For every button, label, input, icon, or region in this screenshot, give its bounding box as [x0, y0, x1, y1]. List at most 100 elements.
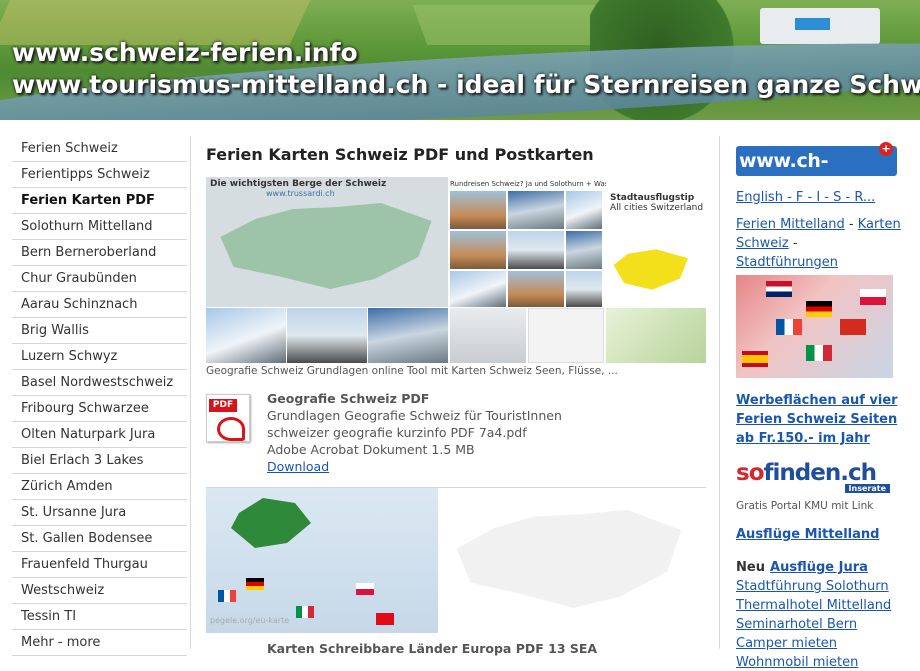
germany-flag-icon [806, 301, 832, 317]
sidebar-item-9[interactable]: Basel Nordwestschweiz [12, 370, 187, 396]
sidebar-item-4[interactable]: Bern Berneroberland [12, 240, 187, 266]
acrobat-swirl-icon [217, 417, 245, 441]
sofinden-logo-rest: finden.ch [763, 460, 877, 486]
europe-land-shape [231, 498, 311, 548]
sidebar-item-6[interactable]: Aarau Schinznach [12, 292, 187, 318]
sidebar-item-2[interactable]: Ferien Karten PDF [12, 188, 187, 214]
pdf-label: PDF [209, 399, 237, 412]
sidebar-item-14[interactable]: St. Ursanne Jura [12, 500, 187, 526]
ch-info-logo[interactable]: www.ch-info.ch + [736, 142, 897, 202]
sidebar-item-16[interactable]: Frauenfeld Thurgau [12, 552, 187, 578]
werbeflaechen-link[interactable]: Werbeflächen auf vier Ferien Schweiz Sei… [736, 393, 898, 446]
sidebar-item-18[interactable]: Tessin TI [12, 604, 187, 630]
spain-flag-icon [742, 351, 768, 367]
header-banner: www.schweiz-ferien.info www.tourismus-mi… [0, 0, 920, 122]
download-link[interactable]: Download [267, 459, 329, 474]
switzerland-flag-icon [840, 319, 866, 335]
poland-flag-icon [356, 583, 374, 595]
sidebar-item-1[interactable]: Ferientipps Schweiz [12, 162, 187, 188]
right-link-0[interactable]: Stadtführung Solothurn [736, 579, 889, 594]
ferien-mittelland-link[interactable]: Ferien Mittelland [736, 217, 845, 232]
sidebar-item-17[interactable]: Westschweiz [12, 578, 187, 604]
city-photo [566, 191, 602, 229]
sofinden-logo-so: so [736, 460, 764, 486]
ausfluege-mittelland-link[interactable]: Ausflüge Mittelland [736, 527, 879, 542]
banner-title-line2: www.tourismus-mittelland.ch - ideal für … [12, 70, 920, 99]
city-photo [450, 231, 506, 269]
city-photo [450, 191, 506, 229]
mosaic-caption: Geografie Schweiz Grundlagen online Tool… [206, 365, 618, 377]
city-photo [566, 231, 602, 269]
hikers-photo [287, 308, 367, 363]
sidebar-item-11[interactable]: Olten Naturpark Jura [12, 422, 187, 448]
pdf-filesize: Adobe Acrobat Dokument 1.5 MB [267, 442, 475, 457]
city-photo [508, 191, 564, 229]
stadtausflug-panel: Stadtausflugstip All cities Switzerland [604, 191, 706, 307]
city-photo [450, 271, 506, 307]
city-map-thumb [528, 308, 604, 363]
right-link-2[interactable]: Seminarhotel Bern [736, 617, 857, 632]
sidebar-item-19[interactable]: Mehr - more [12, 630, 187, 656]
swiss-cross-icon: + [879, 142, 893, 156]
sidebar-item-5[interactable]: Chur Graubünden [12, 266, 187, 292]
city-photo [508, 231, 564, 269]
pdf-title: Geografie Schweiz PDF [267, 391, 430, 406]
karten-mosaic-image[interactable]: Die wichtigsten Berge der Schweiz www.tr… [206, 177, 706, 363]
city-photo [566, 271, 602, 307]
sidebar-item-7[interactable]: Brig Wallis [12, 318, 187, 344]
sidebar-item-15[interactable]: St. Gallen Bodensee [12, 526, 187, 552]
banner-pool [795, 18, 830, 30]
route-map-thumb [606, 308, 706, 363]
sidebar-divider [190, 136, 191, 649]
werbe-flag-map-image[interactable] [736, 275, 893, 378]
pdf-download-item: PDF Geografie Schweiz PDF Grundlagen Geo… [206, 390, 706, 474]
italy-flag-icon [806, 345, 832, 361]
poland-flag-icon [860, 289, 886, 305]
sidebar-item-13[interactable]: Zürich Amden [12, 474, 187, 500]
pdf-description: Grundlagen Geografie Schweiz für Tourist… [267, 408, 562, 423]
sidebar-item-10[interactable]: Fribourg Schwarzee [12, 396, 187, 422]
germany-flag-icon [246, 578, 264, 590]
italy-flag-icon [296, 606, 314, 618]
separator: - [844, 217, 858, 232]
france-flag-icon [776, 319, 802, 335]
berge-map-thumb[interactable]: Die wichtigsten Berge der Schweiz www.tr… [206, 177, 448, 307]
right-divider [719, 136, 720, 649]
ausfluege-jura-link[interactable]: Ausflüge Jura [770, 560, 868, 575]
sidebar-item-8[interactable]: Luzern Schwyz [12, 344, 187, 370]
banner-title-line1: www.schweiz-ferien.info [12, 38, 358, 67]
banner-divider [0, 120, 920, 134]
language-link[interactable]: English - F - I - S - R... [736, 190, 875, 205]
pdf-info: Geografie Schweiz PDF Grundlagen Geograf… [267, 390, 562, 475]
sidebar-item-3[interactable]: Solothurn Mittelland [12, 214, 187, 240]
europe-map-source: pegele.org/eu-karte [210, 616, 290, 625]
mountain-photo [206, 308, 286, 363]
separator: - [788, 236, 798, 251]
stadtfuehrungen-link[interactable]: Stadtführungen [736, 255, 838, 270]
right-link-1[interactable]: Thermalhotel Mittelland [736, 598, 891, 613]
stadt-title: Stadtausflugstip [610, 193, 695, 203]
switzerland-map-shape [220, 203, 432, 289]
sidebar-item-12[interactable]: Biel Erlach 3 Lakes [12, 448, 187, 474]
stadt-subtitle: All cities Switzerland [610, 203, 704, 213]
map-title: Die wichtigsten Berge der Schweiz [210, 179, 387, 189]
turkey-flag-icon [376, 613, 394, 625]
neu-label: Neu [736, 560, 765, 575]
matterhorn-photo [368, 308, 448, 363]
sofinden-logo[interactable]: sofinden.ch Inserate [736, 460, 896, 493]
switzerland-outline-shape [456, 509, 682, 608]
flag-icon [766, 281, 792, 297]
europe-map-image[interactable]: pegele.org/eu-karte [206, 488, 438, 633]
rundreisen-text: Rundreisen Schweiz? Ja und Solothurn + W… [450, 180, 606, 188]
switzerland-lineart-map[interactable] [442, 488, 706, 633]
sidebar-nav: Ferien Schweiz Ferientipps Schweiz Ferien … [12, 136, 187, 656]
pdf-file-icon[interactable]: PDF [206, 394, 250, 442]
sidebar-item-0[interactable]: Ferien Schweiz [12, 136, 187, 162]
city-photo [508, 271, 564, 307]
switzerland-yellow-map [613, 249, 688, 290]
pdf-filename: schweizer geografie kurzinfo PDF 7a4.pdf [267, 425, 527, 440]
main-content: Ferien Karten Schweiz PDF und Postkarten… [206, 136, 706, 656]
right-link-4[interactable]: Wohnmobil mieten [736, 655, 858, 670]
map-url: www.trussardi.ch [266, 189, 335, 198]
page-title: Ferien Karten Schweiz PDF und Postkarten [206, 145, 594, 164]
